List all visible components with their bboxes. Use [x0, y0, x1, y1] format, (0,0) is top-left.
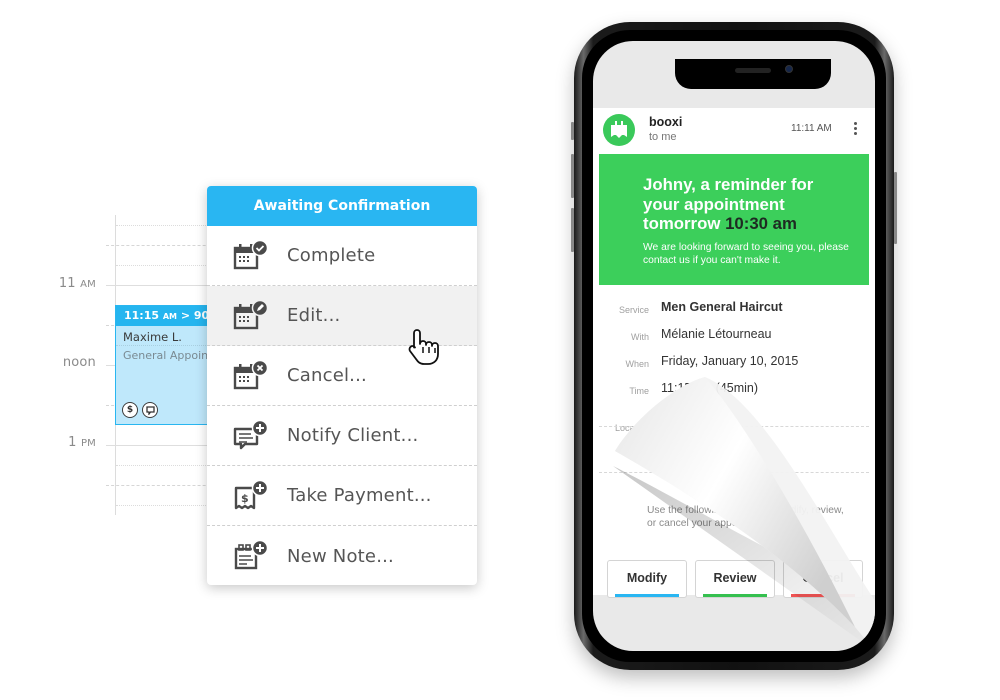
- detail-row-when: When Friday, January 10, 2015: [625, 354, 799, 369]
- speaker-icon: [735, 68, 771, 73]
- appointment-client: Maxime L.: [116, 326, 214, 346]
- hand-pointer-cursor-icon: [408, 329, 439, 365]
- appointment-details: Service Men General Haircut With Mélanie…: [593, 298, 875, 443]
- menu-title: Awaiting Confirmation: [207, 186, 477, 226]
- menu-item-label: Edit...: [287, 305, 341, 326]
- menu-item-take-payment[interactable]: $ Take Payment...: [207, 466, 477, 526]
- hour-label-1pm: 1 PM: [68, 435, 96, 450]
- calendar-check-icon: [233, 240, 269, 270]
- email-recipient: to me: [649, 131, 677, 143]
- receipt-add-icon: $: [234, 480, 269, 510]
- detail-row-service: Service Men General Haircut: [618, 300, 783, 315]
- sender-avatar: [603, 114, 635, 146]
- menu-item-complete[interactable]: Complete: [207, 226, 477, 286]
- phone-volume-up-button: [571, 154, 574, 198]
- appointment-type: General Appointment: [123, 349, 214, 362]
- phone-screen: booxi to me 11:11 AM Johny, a reminder f…: [593, 41, 875, 651]
- email-sender: booxi: [649, 115, 683, 129]
- appointment-block[interactable]: 11:15 AM > 90 Maxime L. General Appointm…: [115, 305, 215, 425]
- review-button[interactable]: Review: [695, 560, 775, 598]
- menu-item-new-note[interactable]: New Note...: [207, 526, 477, 585]
- hour-label-noon: noon: [62, 355, 96, 370]
- menu-item-label: Complete: [287, 245, 376, 266]
- detail-row-with: With Mélanie Létourneau: [631, 327, 772, 342]
- comment-icon: [142, 402, 158, 418]
- reminder-title: Johny, a reminder for your appointment t…: [643, 175, 814, 233]
- note-add-icon: [234, 540, 269, 570]
- menu-item-label: Take Payment...: [287, 485, 432, 506]
- more-options-icon[interactable]: [851, 122, 859, 138]
- hour-label-11am: 11 AM: [58, 276, 96, 291]
- menu-item-label: Notify Client...: [287, 425, 419, 446]
- camera-icon: [785, 65, 793, 73]
- menu-item-label: New Note...: [287, 545, 394, 567]
- phone-power-button: [894, 172, 897, 244]
- calendar-cancel-icon: [233, 360, 269, 390]
- dollar-icon: $: [122, 402, 138, 418]
- modify-button[interactable]: Modify: [607, 560, 687, 598]
- detail-row-location: Location: [614, 423, 649, 433]
- email-header: booxi to me 11:11 AM: [593, 108, 875, 152]
- email-message: booxi to me 11:11 AM Johny, a reminder f…: [593, 108, 875, 598]
- message-add-icon: [233, 420, 269, 450]
- footer-note: Use the following buttons to modify, rev…: [647, 505, 844, 529]
- phone-notch: [675, 59, 831, 89]
- smartphone-mockup: booxi to me 11:11 AM Johny, a reminder f…: [571, 22, 897, 670]
- divider: [599, 472, 869, 473]
- phone-silent-switch: [571, 122, 574, 140]
- appointment-context-menu: Awaiting Confirmation Complete Edit... C…: [207, 186, 477, 585]
- cancel-button[interactable]: Cancel: [783, 560, 863, 598]
- detail-row-time: Time 11:15 am (45min): [629, 381, 759, 396]
- calendar-edit-icon: [233, 300, 269, 330]
- divider: [599, 426, 869, 427]
- email-action-buttons: Modify Review Cancel: [607, 560, 863, 598]
- reminder-banner: Johny, a reminder for your appointment t…: [599, 154, 869, 285]
- email-time: 11:11 AM: [791, 123, 832, 134]
- menu-item-label: Cancel...: [287, 365, 367, 386]
- menu-item-notify-client[interactable]: Notify Client...: [207, 406, 477, 466]
- svg-text:$: $: [241, 492, 249, 505]
- appointment-time: 11:15 AM > 90: [116, 306, 214, 326]
- booxi-logo-icon: [611, 121, 627, 138]
- phone-volume-down-button: [571, 208, 574, 252]
- reminder-subtitle: We are looking forward to seeing you, pl…: [643, 241, 849, 266]
